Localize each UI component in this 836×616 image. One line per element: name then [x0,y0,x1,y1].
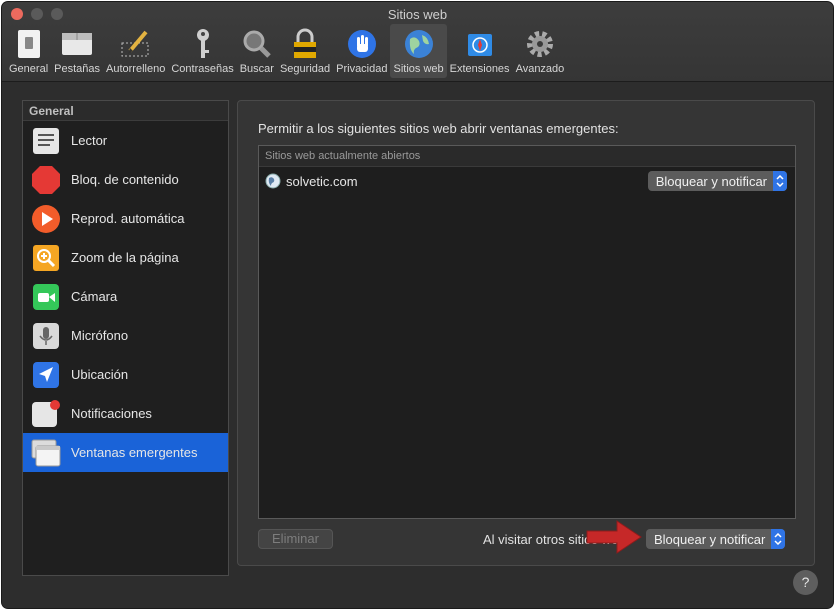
tab-label: Avanzado [515,63,565,75]
key-icon [187,28,219,60]
popup-settings-panel: Permitir a los siguientes sitios web abr… [237,100,815,566]
tab-label: Contraseñas [171,63,234,75]
remove-button[interactable]: Eliminar [258,529,333,549]
tab-label: Sitios web [393,63,444,75]
preferences-content: General Lector Bloq. de contenido Reprod… [2,83,833,608]
site-setting-select[interactable]: Bloquear y notificar [647,171,787,191]
microphone-icon [31,321,61,351]
reader-icon [31,126,61,156]
sidebar-item-location[interactable]: Ubicación [23,355,228,394]
stop-sign-icon [31,165,61,195]
table-header: Sitios web actualmente abiertos [259,146,795,167]
sidebar-item-autoplay[interactable]: Reprod. automática [23,199,228,238]
gear-icon [524,28,556,60]
tab-security[interactable]: Seguridad [277,24,333,78]
tab-label: Pestañas [54,63,101,75]
tab-label: Autorrelleno [106,63,166,75]
globe-icon [403,28,435,60]
sidebar-item-reader[interactable]: Lector [23,121,228,160]
panel-description: Permitir a los siguientes sitios web abr… [258,121,619,136]
tab-label: Seguridad [279,63,331,75]
sidebar-item-label: Notificaciones [71,406,152,421]
popup-windows-icon [31,438,61,468]
sidebar-item-microphone[interactable]: Micrófono [23,316,228,355]
preferences-toolbar: General Pestañas Autorrelleno Contraseña… [6,24,567,78]
tab-search[interactable]: Buscar [237,24,277,78]
camera-icon [31,282,61,312]
preferences-window: Sitios web General Pestañas Autorrelleno [2,2,833,608]
tabs-icon [61,28,93,60]
hand-icon [346,28,378,60]
autofill-icon [120,28,152,60]
chevron-up-down-icon [771,529,786,549]
sidebar-item-popup-windows[interactable]: Ventanas emergentes [23,433,228,472]
tab-advanced[interactable]: Avanzado [513,24,568,78]
other-sites-setting-value: Bloquear y notificar [654,531,766,547]
site-favicon-icon [265,173,281,189]
site-setting-value: Bloquear y notificar [655,173,767,189]
arrow-annotation-icon [586,520,642,554]
sites-table: Sitios web actualmente abiertos solvetic… [258,145,796,519]
other-sites-select[interactable]: Bloquear y notificar [646,529,786,549]
sidebar-item-label: Ventanas emergentes [71,445,198,460]
table-row[interactable]: solvetic.com Bloquear y notificar [259,167,795,195]
help-button[interactable]: ? [793,570,818,595]
site-cell: solvetic.com [265,173,648,189]
sidebar-item-camera[interactable]: Cámara [23,277,228,316]
tab-autofill[interactable]: Autorrelleno [103,24,168,78]
tab-extensions[interactable]: Extensiones [447,24,513,78]
search-icon [241,28,273,60]
tab-label: Extensiones [449,63,510,75]
location-arrow-icon [31,360,61,390]
sidebar-item-label: Zoom de la página [71,250,179,265]
sidebar-item-label: Micrófono [71,328,129,343]
window-title: Sitios web [387,7,448,22]
sidebar-item-page-zoom[interactable]: Zoom de la página [23,238,228,277]
sidebar-item-label: Bloq. de contenido [71,172,179,187]
websites-sidebar: General Lector Bloq. de contenido Reprod… [22,100,229,576]
zoom-icon [31,243,61,273]
sidebar-item-label: Cámara [71,289,118,304]
tab-privacy[interactable]: Privacidad [333,24,390,78]
notification-icon [31,399,61,429]
general-icon [13,28,45,60]
tab-label: Privacidad [336,63,388,75]
lock-icon [289,28,321,60]
sidebar-item-label: Ubicación [71,367,129,382]
sidebar-item-content-blockers[interactable]: Bloq. de contenido [23,160,228,199]
sidebar-header: General [23,101,228,121]
tab-passwords[interactable]: Contraseñas [168,24,236,78]
tab-tabs[interactable]: Pestañas [51,24,103,78]
chevron-up-down-icon [773,171,787,191]
tab-label: Buscar [239,63,274,75]
puzzle-icon [464,28,496,60]
site-name: solvetic.com [286,173,358,189]
title-bar: Sitios web General Pestañas Autorrelleno [2,2,833,82]
tab-websites[interactable]: Sitios web [390,24,447,78]
sidebar-item-notifications[interactable]: Notificaciones [23,394,228,433]
sidebar-item-label: Reprod. automática [71,211,185,226]
tab-general[interactable]: General [6,24,51,78]
play-icon [31,204,61,234]
tab-label: General [9,63,49,75]
sidebar-item-label: Lector [71,133,108,148]
